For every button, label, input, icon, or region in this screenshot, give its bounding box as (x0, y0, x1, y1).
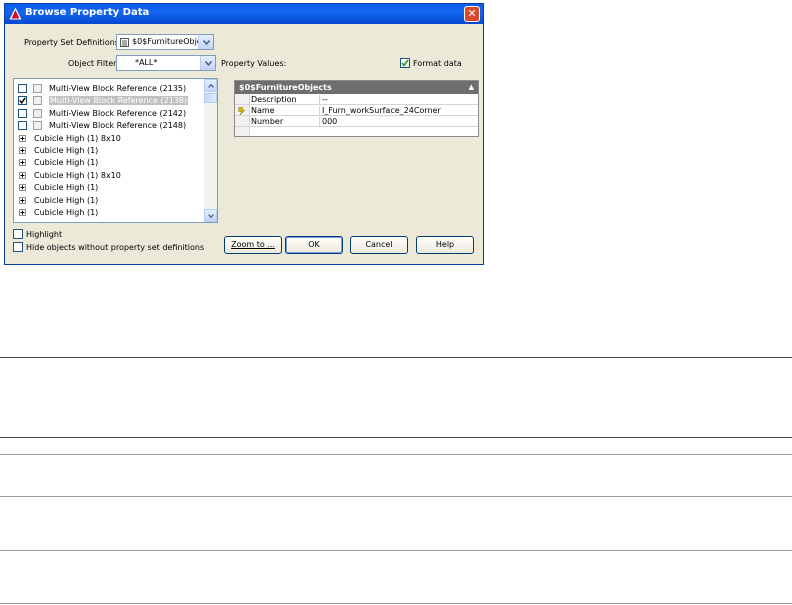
property-grid-header[interactable]: $0$FurnitureObjects ▲ (235, 81, 478, 94)
close-button[interactable]: ✕ (464, 6, 480, 22)
list-item[interactable]: Cubicle High (1) (14, 182, 204, 194)
property-grid[interactable]: $0$FurnitureObjects ▲ Description -- Nam… (234, 80, 479, 137)
format-data-label: Format data (413, 59, 462, 68)
format-data-checkbox[interactable] (400, 58, 410, 68)
chevron-down-icon (208, 214, 214, 218)
table-row-rule (0, 496, 792, 497)
tree-item-label: Cubicle High (1) 8x10 (34, 170, 121, 180)
expand-icon[interactable] (19, 159, 26, 167)
list-item[interactable]: Cubicle High (1) (14, 157, 204, 169)
list-scrollbar[interactable] (204, 79, 217, 222)
property-value: -- (322, 95, 328, 104)
psd-dropdown[interactable]: $0$FurnitureObje (116, 34, 214, 50)
item-checkbox[interactable] (18, 121, 27, 131)
highlight-checkbox[interactable] (13, 229, 23, 239)
list-item[interactable]: Cubicle High (1) 8x10 (14, 133, 204, 145)
list-item-label: Multi-View Block Reference (2142) (49, 108, 187, 118)
property-row-number[interactable]: Number 000 (235, 116, 478, 127)
list-item[interactable]: Multi-View Block Reference (2148) (14, 120, 204, 132)
item-state-box (33, 84, 42, 93)
expand-icon[interactable] (19, 209, 26, 216)
psd-label: Property Set Definitions: (24, 38, 122, 47)
tree-item-label: Cubicle High (1) 8x10 (34, 133, 121, 143)
table-row-rule (0, 550, 792, 551)
chevron-up-icon (208, 84, 214, 88)
tree-item-label: Cubicle High (1) (34, 195, 99, 205)
object-filter-label: Object Filter: (68, 59, 119, 68)
object-filter-dropdown[interactable]: *ALL* (116, 55, 216, 71)
tree-item-label: Cubicle High (1) (34, 183, 99, 193)
list-item[interactable]: Multi-View Block Reference (2135) (14, 83, 204, 95)
property-value: 000 (322, 117, 338, 126)
title-bar[interactable]: Browse Property Data ✕ (5, 4, 483, 24)
list-item-label: Multi-View Block Reference (2148) (49, 121, 187, 131)
hide-objects-checkbox[interactable] (13, 242, 23, 252)
lightning-bolt-icon (238, 107, 246, 115)
item-state-box (33, 96, 42, 106)
list-item[interactable]: Cubicle High (1) (14, 145, 204, 157)
property-key: Description (251, 95, 320, 105)
list-item[interactable]: Multi-View Block Reference (2142) (14, 108, 204, 120)
item-checkbox[interactable] (18, 84, 27, 93)
list-item[interactable]: Cubicle High (1) (14, 207, 204, 219)
table-header-rule (0, 437, 792, 438)
list-item[interactable]: Cubicle High (1) 8x10 (14, 170, 204, 182)
item-checkbox[interactable] (18, 108, 27, 118)
list-item-label: Multi-View Block Reference (2138) (49, 96, 189, 106)
scroll-thumb[interactable] (204, 93, 217, 103)
tree-item-label: Cubicle High (1) (34, 146, 99, 155)
item-state-box (33, 108, 42, 118)
zoom-to-label: Zoom to ... (231, 240, 275, 249)
dialog-title: Browse Property Data (25, 7, 150, 18)
property-value: I_Furn_workSurface_24Corner (322, 106, 441, 115)
list-item-label: Multi-View Block Reference (2135) (49, 84, 187, 93)
property-values-label: Property Values: (221, 59, 287, 68)
psd-value: $0$FurnitureObje (132, 37, 198, 46)
expand-icon[interactable] (19, 147, 26, 154)
hide-objects-label: Hide objects without property set defini… (26, 243, 205, 252)
table-top-rule (0, 357, 792, 358)
scroll-down-button[interactable] (204, 209, 217, 222)
expand-icon[interactable] (19, 171, 26, 179)
item-state-box (33, 121, 42, 131)
property-row-description[interactable]: Description -- (235, 94, 478, 105)
expand-icon[interactable] (19, 134, 26, 142)
chevron-down-icon[interactable] (198, 35, 213, 49)
property-key: Number (251, 117, 320, 127)
list-item[interactable]: Cubicle High (1) (14, 195, 204, 207)
cancel-button[interactable]: Cancel (350, 236, 408, 254)
ok-button[interactable]: OK (285, 236, 343, 254)
tree-item-label: Cubicle High (1) (34, 208, 99, 217)
list-item[interactable]: Multi-View Block Reference (2138) (14, 95, 204, 107)
browse-property-data-dialog: Browse Property Data ✕ Property Set Defi… (4, 3, 484, 265)
property-key: Name (251, 106, 320, 116)
zoom-to-button[interactable]: Zoom to ... (224, 236, 282, 254)
collapse-icon[interactable]: ▲ (469, 83, 474, 91)
property-set-name: $0$FurnitureObjects (239, 83, 332, 92)
object-filter-value: *ALL* (135, 58, 158, 67)
object-list[interactable]: Multi-View Block Reference (2135) Multi-V… (13, 78, 218, 223)
table-row-rule (0, 603, 792, 604)
expand-icon[interactable] (19, 196, 26, 204)
checkmark-icon (401, 59, 409, 67)
scroll-up-button[interactable] (204, 79, 217, 92)
property-set-icon (120, 38, 129, 47)
property-row-name[interactable]: Name I_Furn_workSurface_24Corner (235, 105, 478, 116)
autocad-logo-icon (9, 7, 22, 20)
expand-icon[interactable] (19, 184, 26, 192)
tree-item-label: Cubicle High (1) (34, 158, 99, 168)
chevron-down-icon[interactable] (200, 56, 215, 70)
item-checkbox[interactable] (18, 96, 27, 106)
help-button[interactable]: Help (416, 236, 474, 254)
highlight-label: Highlight (26, 230, 63, 239)
table-row-rule (0, 454, 792, 455)
